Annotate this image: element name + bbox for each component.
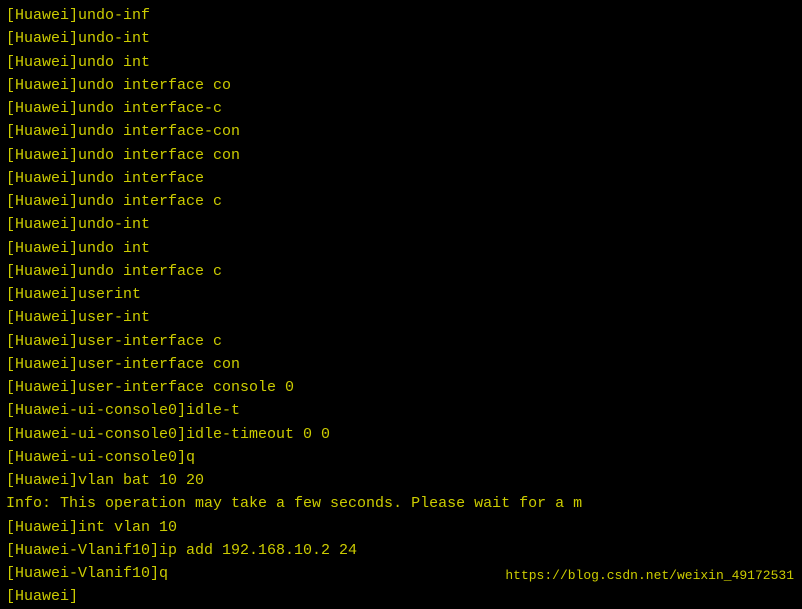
- terminal-line: [Huawei-Vlanif10]ip add 192.168.10.2 24: [6, 539, 796, 562]
- terminal-line: [Huawei]user-interface console 0: [6, 376, 796, 399]
- terminal-line: [Huawei]undo interface-c: [6, 97, 796, 120]
- terminal-line: [Huawei]undo-inf: [6, 4, 796, 27]
- terminal-line: [Huawei]undo int: [6, 237, 796, 260]
- terminal-line: [Huawei]userint: [6, 283, 796, 306]
- terminal-line: [Huawei]undo interface-con: [6, 120, 796, 143]
- watermark: https://blog.csdn.net/weixin_49172531: [505, 566, 794, 586]
- terminal-line: [Huawei]undo interface con: [6, 144, 796, 167]
- terminal-line: [Huawei]undo-int: [6, 27, 796, 50]
- terminal-line: [Huawei]undo int: [6, 51, 796, 74]
- terminal-line: [Huawei-ui-console0]idle-t: [6, 399, 796, 422]
- terminal-line: [Huawei]int vlan 10: [6, 516, 796, 539]
- terminal-output: [Huawei]undo-inf[Huawei]undo-int[Huawei]…: [6, 4, 796, 609]
- terminal-window[interactable]: [Huawei]undo-inf[Huawei]undo-int[Huawei]…: [0, 0, 802, 594]
- terminal-line: [Huawei-ui-console0]idle-timeout 0 0: [6, 423, 796, 446]
- terminal-line: [Huawei]vlan bat 10 20: [6, 469, 796, 492]
- terminal-line: [Huawei]user-interface c: [6, 330, 796, 353]
- terminal-line: [Huawei-ui-console0]q: [6, 446, 796, 469]
- terminal-line: [Huawei]user-interface con: [6, 353, 796, 376]
- terminal-line: [Huawei]: [6, 585, 796, 608]
- terminal-line: [Huawei]undo interface: [6, 167, 796, 190]
- terminal-line: [Huawei]user-int: [6, 306, 796, 329]
- terminal-line: [Huawei]undo-int: [6, 213, 796, 236]
- terminal-line: [Huawei]undo interface c: [6, 260, 796, 283]
- terminal-line: [Huawei]undo interface c: [6, 190, 796, 213]
- terminal-line: Info: This operation may take a few seco…: [6, 492, 796, 515]
- terminal-line: [Huawei]undo interface co: [6, 74, 796, 97]
